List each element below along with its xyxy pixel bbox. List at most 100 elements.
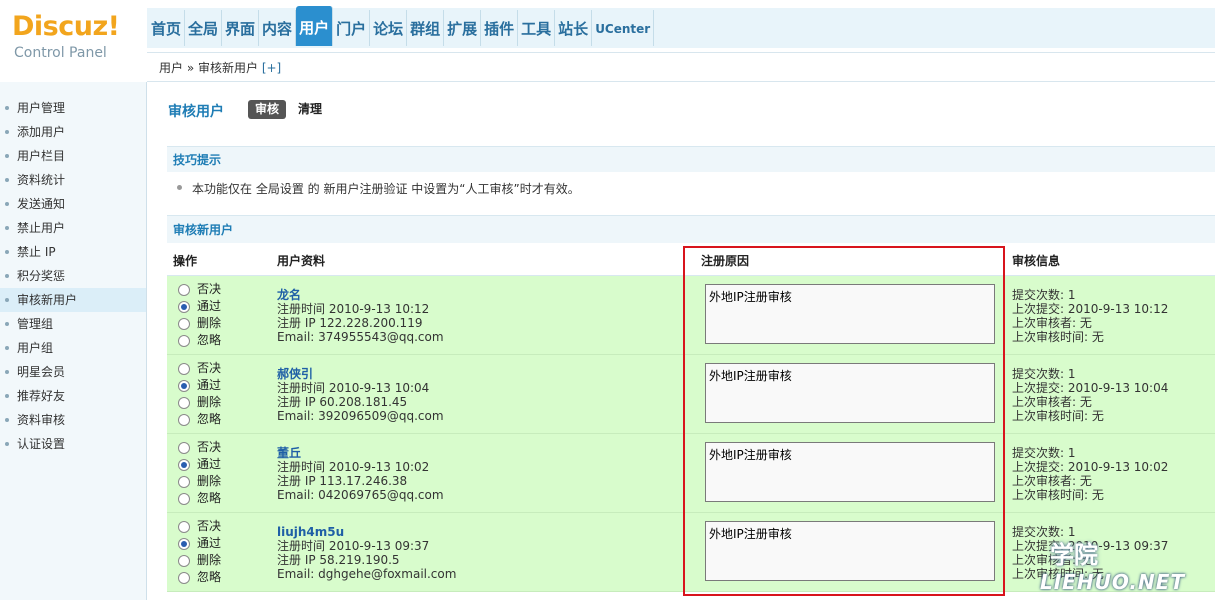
radio-ignore[interactable] (178, 414, 190, 426)
nav-content[interactable]: 内容 (259, 10, 297, 46)
option-approve[interactable]: 通过 (177, 298, 221, 315)
tips-label: 技巧提示 (173, 153, 222, 167)
option-label: 否决 (197, 440, 222, 454)
radio-approve[interactable] (178, 538, 190, 550)
review-options: 否决 通过 删除 忽略 (177, 281, 221, 349)
sidebar-item-label: 推荐好友 (17, 389, 66, 403)
option-approve[interactable]: 通过 (177, 456, 221, 473)
radio-reject[interactable] (178, 442, 190, 454)
last-review-time: 上次审核时间: 无 (1012, 567, 1104, 581)
sidebar-item-profile-stats[interactable]: 资料统计 (0, 168, 146, 192)
last-reviewer: 上次审核者: 无 (1012, 553, 1092, 567)
bullet-icon (5, 394, 9, 398)
option-ignore[interactable]: 忽略 (177, 332, 221, 349)
breadcrumb-add-button[interactable]: [+] (262, 61, 281, 75)
option-delete[interactable]: 删除 (177, 552, 221, 569)
nav-home[interactable]: 首页 (148, 10, 186, 46)
username-link[interactable]: liujh4m5u (277, 525, 456, 539)
reason-textarea[interactable]: 外地IP注册审核 (705, 442, 995, 502)
option-reject[interactable]: 否决 (177, 281, 221, 298)
nav-global[interactable]: 全局 (185, 10, 223, 46)
sidebar-item-ban-user[interactable]: 禁止用户 (0, 216, 146, 240)
option-delete[interactable]: 删除 (177, 473, 221, 490)
option-approve[interactable]: 通过 (177, 377, 221, 394)
radio-approve[interactable] (178, 459, 190, 471)
option-label: 否决 (197, 282, 222, 296)
nav-plugins[interactable]: 插件 (481, 10, 519, 46)
sidebar-item-add-user[interactable]: 添加用户 (0, 120, 146, 144)
sidebar-item-send-notice[interactable]: 发送通知 (0, 192, 146, 216)
sidebar-item-review-new-users[interactable]: 审核新用户 (0, 288, 146, 312)
sidebar-item-profile-review[interactable]: 资料审核 (0, 408, 146, 432)
radio-ignore[interactable] (178, 493, 190, 505)
reg-time: 注册时间 2010-9-13 10:04 (277, 381, 430, 395)
nav-interface[interactable]: 界面 (222, 10, 260, 46)
bullet-icon (5, 106, 9, 110)
radio-ignore[interactable] (178, 572, 190, 584)
sidebar-item-admin-groups[interactable]: 管理组 (0, 312, 146, 336)
sidebar-item-star-members[interactable]: 明星会员 (0, 360, 146, 384)
nav-tools[interactable]: 工具 (518, 10, 556, 46)
sidebar-item-label: 用户管理 (17, 101, 66, 115)
sidebar-item-recommend-friends[interactable]: 推荐好友 (0, 384, 146, 408)
option-label: 忽略 (197, 412, 222, 426)
username-link[interactable]: 郝侠引 (277, 367, 444, 381)
radio-delete[interactable] (178, 476, 190, 488)
option-reject[interactable]: 否决 (177, 360, 221, 377)
option-label: 删除 (197, 553, 222, 567)
page-title: 审核用户 (168, 104, 224, 120)
option-approve[interactable]: 通过 (177, 535, 221, 552)
radio-ignore[interactable] (178, 335, 190, 347)
nav-admin[interactable]: 站长 (555, 10, 593, 46)
reason-textarea[interactable]: 外地IP注册审核 (705, 363, 995, 423)
sidebar-item-label: 资料审核 (17, 413, 66, 427)
last-review-time: 上次审核时间: 无 (1012, 330, 1104, 344)
nav-extend[interactable]: 扩展 (444, 10, 482, 46)
username-link[interactable]: 龙名 (277, 288, 444, 302)
option-delete[interactable]: 删除 (177, 315, 221, 332)
option-reject[interactable]: 否决 (177, 518, 221, 535)
sidebar-item-credits[interactable]: 积分奖惩 (0, 264, 146, 288)
sidebar-item-user-groups[interactable]: 用户组 (0, 336, 146, 360)
logo[interactable]: Discuz! Control Panel (10, 8, 140, 68)
nav-ucenter[interactable]: UCenter (592, 10, 655, 46)
option-ignore[interactable]: 忽略 (177, 490, 221, 507)
review-info: 提交次数: 1 上次提交: 2010-9-13 10:12 上次审核者: 无 上… (1012, 288, 1168, 344)
tips-section-header: 技巧提示 (167, 146, 1215, 172)
option-reject[interactable]: 否决 (177, 439, 221, 456)
radio-delete[interactable] (178, 318, 190, 330)
nav-groups[interactable]: 群组 (407, 10, 445, 46)
option-ignore[interactable]: 忽略 (177, 569, 221, 586)
last-submit: 上次提交: 2010-9-13 10:12 (1012, 302, 1169, 316)
radio-delete[interactable] (178, 397, 190, 409)
radio-approve[interactable] (178, 301, 190, 313)
nav-portal[interactable]: 门户 (333, 10, 371, 46)
sidebar-item-user-manage[interactable]: 用户管理 (0, 96, 146, 120)
username-link[interactable]: 董丘 (277, 446, 444, 460)
reason-textarea[interactable]: 外地IP注册审核 (705, 284, 995, 344)
bullet-icon (5, 178, 9, 182)
sidebar-item-ban-ip[interactable]: 禁止 IP (0, 240, 146, 264)
radio-reject[interactable] (178, 284, 190, 296)
bullet-icon (5, 370, 9, 374)
option-label: 忽略 (197, 333, 222, 347)
radio-reject[interactable] (178, 521, 190, 533)
last-submit: 上次提交: 2010-9-13 09:37 (1012, 539, 1169, 553)
tab-audit[interactable]: 审核 (248, 100, 287, 119)
sidebar-item-verify-settings[interactable]: 认证设置 (0, 432, 146, 456)
nav-users[interactable]: 用户 (296, 6, 334, 46)
email: Email: dghgehe@foxmail.com (277, 567, 457, 581)
radio-delete[interactable] (178, 555, 190, 567)
radio-reject[interactable] (178, 363, 190, 375)
last-reviewer: 上次审核者: 无 (1012, 474, 1092, 488)
option-label: 否决 (197, 519, 222, 533)
option-delete[interactable]: 删除 (177, 394, 221, 411)
bullet-icon (5, 298, 9, 302)
submit-count: 提交次数: 1 (1012, 367, 1076, 381)
reason-textarea[interactable]: 外地IP注册审核 (705, 521, 995, 581)
sidebar-item-user-fields[interactable]: 用户栏目 (0, 144, 146, 168)
nav-forum[interactable]: 论坛 (370, 10, 408, 46)
tab-clean[interactable]: 清理 (298, 100, 322, 119)
radio-approve[interactable] (178, 380, 190, 392)
option-ignore[interactable]: 忽略 (177, 411, 221, 428)
